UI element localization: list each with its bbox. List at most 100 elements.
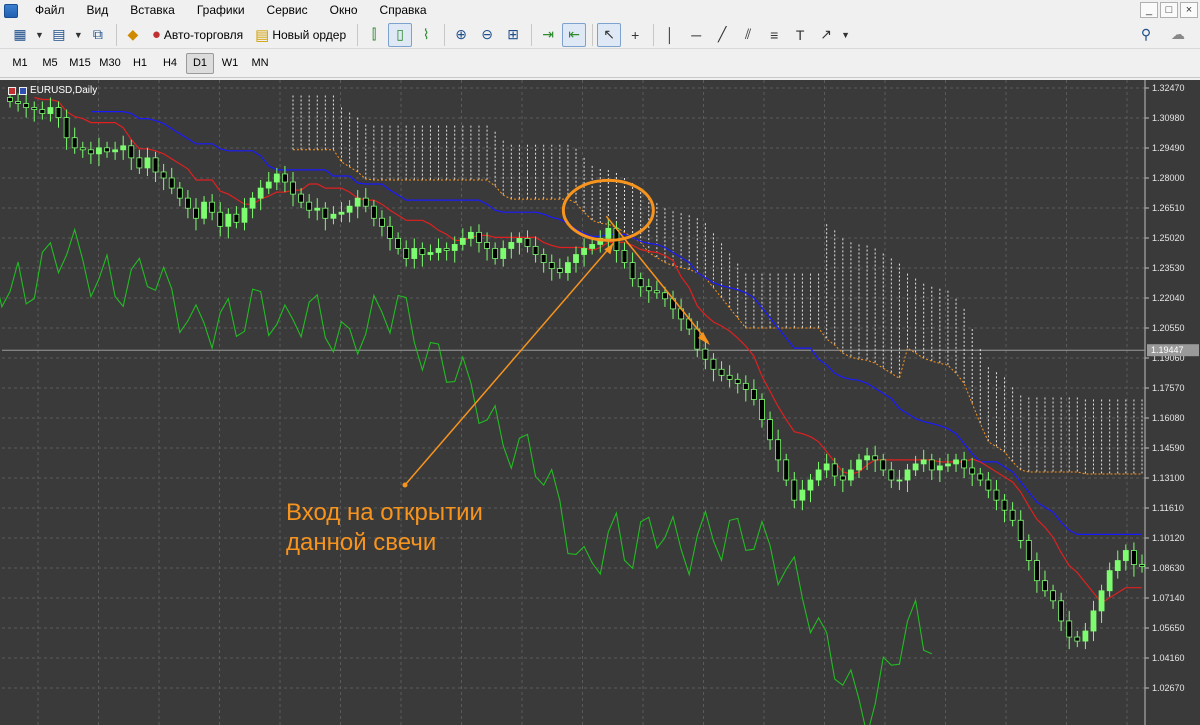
main-toolbar: ▦ ▼ ▤ ▼ ⧉ ◆ ● Авто-торговля ▤ Новый ордер … [0, 21, 1200, 49]
timeframe-m1[interactable]: M1 [6, 53, 34, 74]
toolbar-separator [444, 23, 446, 46]
price-chart[interactable]: 1.32470 1.30980 1.29490 1.28000 1.26510 1.250… [0, 80, 1200, 725]
arrows-icon[interactable]: ↗ [814, 23, 838, 47]
menu-help[interactable]: Справка [369, 0, 438, 21]
menu-insert[interactable]: Вставка [119, 0, 186, 21]
profiles-icon[interactable]: ▤ [47, 23, 71, 47]
bear-candle-body [1074, 636, 1081, 642]
tile-windows-icon[interactable]: ⊞ [501, 23, 525, 47]
menu-file[interactable]: Файл [24, 0, 76, 21]
flag-icon [19, 86, 27, 95]
chart-symbol-title: EURUSD,Daily [8, 85, 97, 96]
chart-shift-icon[interactable]: ⇥ [536, 23, 560, 47]
menu-window[interactable]: Окно [319, 0, 369, 21]
trend-line-icon[interactable]: ╱ [710, 23, 734, 47]
bull-candle-body [201, 201, 207, 219]
bear-candle-body [872, 455, 879, 461]
bull-candle-body [912, 463, 919, 471]
bear-candle-body [1025, 540, 1032, 561]
new-chart-icon[interactable]: ▦ [8, 23, 32, 47]
chart-window[interactable]: 1.32470 1.30980 1.29490 1.28000 1.26510 1.250… [0, 80, 1200, 725]
bull-candle-body [848, 469, 854, 481]
bear-candle-body [443, 248, 450, 251]
price-axis-label: 1.29490 [1152, 143, 1185, 153]
price-axis-label: 1.28000 [1152, 173, 1185, 183]
bear-candle-body [662, 292, 668, 300]
bear-candle-body [128, 145, 135, 159]
price-axis-label: 1.08630 [1152, 563, 1185, 573]
window-controls: _ □ × [1140, 2, 1198, 18]
bull-candle-body [314, 207, 321, 211]
metaeditor-icon[interactable]: ◆ [121, 23, 145, 47]
autotrading-button[interactable]: ● Авто-торговля [147, 23, 248, 47]
timeframe-h4[interactable]: H4 [156, 53, 184, 74]
bear-candle-body [888, 469, 895, 481]
menu-tools[interactable]: Сервис [256, 0, 319, 21]
price-axis-label: 1.16080 [1152, 413, 1185, 423]
text-label-icon[interactable]: T [788, 23, 812, 47]
bear-candle-body [492, 248, 499, 259]
bear-candle-body [152, 157, 159, 173]
auto-scroll-icon[interactable]: ⇤ [562, 22, 587, 47]
equidistant-channel-icon[interactable]: ⫽ [736, 23, 760, 47]
new-order-button[interactable]: ▤ Новый ордер [250, 23, 351, 47]
cursor-icon[interactable]: ↖ [597, 22, 622, 47]
bull-candle-body [354, 197, 361, 207]
bear-candle-body [362, 197, 369, 207]
minimize-button[interactable]: _ [1140, 2, 1158, 18]
crosshair-icon[interactable]: + [623, 23, 647, 47]
menu-view[interactable]: Вид [76, 0, 120, 21]
price-axis-label: 1.07140 [1152, 593, 1185, 603]
bull-candle-body [265, 181, 272, 189]
dropdown-arrow-icon[interactable]: ▼ [73, 23, 84, 47]
close-button[interactable]: × [1180, 2, 1198, 18]
bear-candle-body [1017, 519, 1024, 541]
bear-candle-body [629, 262, 636, 280]
timeframe-m30[interactable]: M30 [96, 53, 124, 74]
bull-candle-body [1122, 550, 1129, 561]
timeframe-m15[interactable]: M15 [66, 53, 94, 74]
timeframe-w1[interactable]: W1 [216, 53, 244, 74]
zoom-in-icon[interactable]: ⊕ [449, 23, 473, 47]
fibonacci-icon[interactable]: ≡ [762, 23, 786, 47]
bear-candle-body [1033, 560, 1040, 582]
bear-candle-body [1050, 590, 1056, 602]
market-watch-icon[interactable]: ⧉ [86, 23, 110, 47]
bear-candle-body [750, 389, 757, 400]
search-icon[interactable]: ⚲ [1134, 23, 1158, 47]
bear-candle-body [322, 207, 329, 219]
chat-icon[interactable]: ☁ [1166, 23, 1190, 47]
bear-candle-body [403, 248, 410, 259]
dropdown-arrow-icon[interactable]: ▼ [840, 23, 851, 47]
bull-candle-body [920, 459, 927, 465]
vertical-line-icon[interactable]: │ [658, 23, 682, 47]
candlestick-chart-icon[interactable]: ▯ [388, 22, 413, 47]
line-chart-icon[interactable]: ⌇ [414, 23, 438, 47]
bear-candle-body [540, 254, 547, 263]
timeframe-d1[interactable]: D1 [186, 52, 214, 74]
bar-chart-icon[interactable]: ⫿ [362, 23, 386, 47]
dropdown-arrow-icon[interactable]: ▼ [34, 23, 45, 47]
bull-candle-body [936, 465, 943, 471]
menu-charts[interactable]: Графики [186, 0, 256, 21]
annotation-line-2: данной свечи [286, 529, 437, 556]
bear-candle-body [87, 149, 94, 155]
bear-candle-body [1009, 509, 1016, 521]
bear-candle-body [702, 348, 709, 360]
bear-candle-body [7, 97, 13, 102]
bear-candle-body [831, 463, 838, 477]
bull-candle-body [508, 242, 515, 249]
timeframe-m5[interactable]: M5 [36, 53, 64, 74]
bear-candle-body [969, 467, 976, 475]
bear-candle-body [742, 382, 749, 390]
horizontal-line-icon[interactable]: ─ [684, 23, 708, 47]
timeframe-mn[interactable]: MN [246, 53, 274, 74]
maximize-button[interactable]: □ [1160, 2, 1178, 18]
bear-candle-body [1058, 600, 1065, 622]
bear-candle-body [524, 238, 531, 247]
bear-candle-body [637, 278, 644, 288]
timeframe-h1[interactable]: H1 [126, 53, 154, 74]
price-axis-label: 1.30980 [1152, 113, 1185, 123]
bull-candle-body [273, 173, 280, 183]
zoom-out-icon[interactable]: ⊖ [475, 23, 499, 47]
